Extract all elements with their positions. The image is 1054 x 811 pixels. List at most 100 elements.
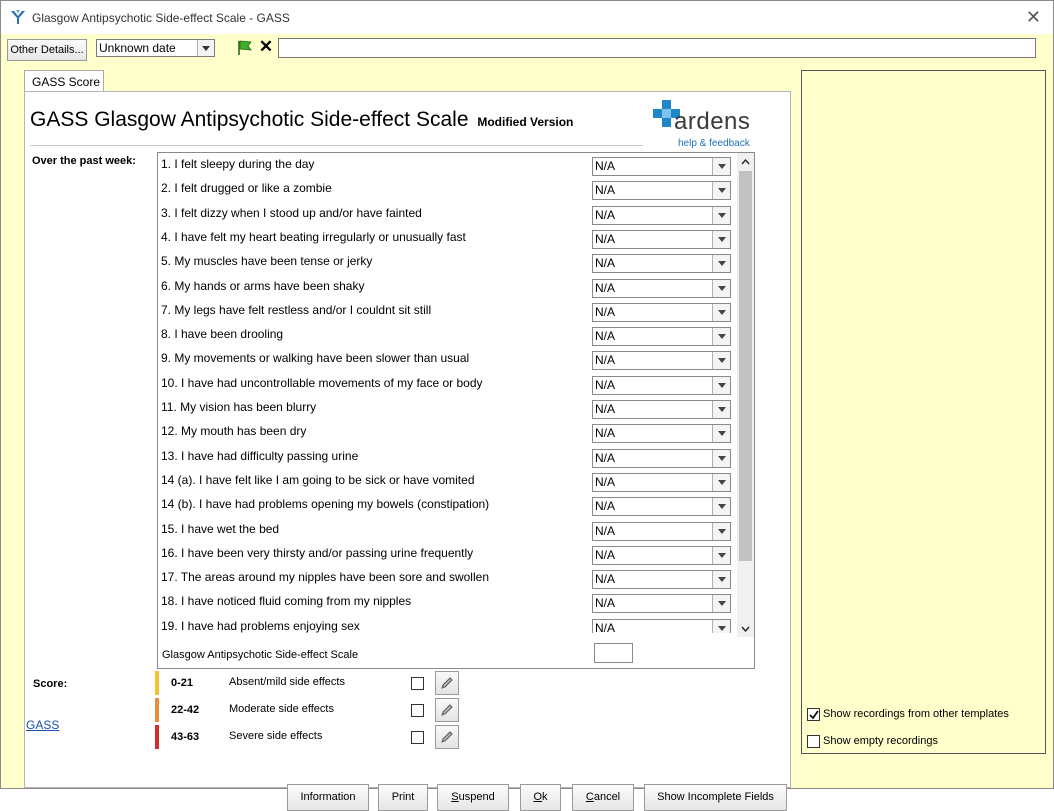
question-answer-select[interactable]: N/A [592,472,731,492]
question-text: 5. My muscles have been tense or jerky [161,254,373,269]
gass-window: Glasgow Antipsychotic Side-effect Scale … [0,0,1054,811]
chevron-down-icon[interactable] [712,498,730,516]
question-answer-select[interactable]: N/A [592,448,731,468]
question-row: 4. I have felt my heart beating irregula… [158,226,737,250]
question-answer-value: N/A [595,426,616,441]
question-answer-select[interactable]: N/A [592,375,731,395]
chevron-down-icon[interactable] [712,158,730,175]
chevron-down-icon[interactable] [712,376,730,394]
pencil-edit-button[interactable] [435,725,459,749]
question-answer-select[interactable]: N/A [592,327,731,347]
question-answer-select[interactable]: N/A [592,229,731,249]
clear-x-icon[interactable]: ✕ [257,38,275,56]
show-incomplete-button[interactable]: Show Incomplete Fields [644,784,787,811]
score-checkbox[interactable] [411,731,424,744]
form-subtitle: Modified Version [477,115,574,129]
question-row: 8. I have been drooling N/A [158,323,737,347]
question-answer-select[interactable]: N/A [592,545,731,565]
scale-total-field[interactable] [594,643,633,663]
question-answer-select[interactable]: N/A [592,400,731,419]
questions-scrollbar[interactable] [737,153,754,637]
form-title: GASS Glasgow Antipsychotic Side-effect S… [30,108,469,131]
form-panel: GASS Glasgow Antipsychotic Side-effect S… [24,91,791,811]
question-row: 7. My legs have felt restless and/or I c… [158,299,737,323]
ardens-logo[interactable]: ardens help & feedback [652,97,758,152]
chevron-down-icon[interactable] [712,182,730,200]
question-text: 16. I have been very thirsty and/or pass… [161,545,474,560]
question-answer-value: N/A [595,159,616,173]
ok-button[interactable]: Ok [520,784,561,811]
question-answer-select[interactable]: N/A [592,497,731,517]
pencil-edit-button[interactable] [435,671,459,695]
information-button[interactable]: Information [287,784,369,811]
scroll-up-icon[interactable] [737,153,754,170]
show-other-templates-checkbox[interactable] [807,708,820,721]
help-feedback-link[interactable]: help & feedback [678,138,750,149]
chevron-down-icon[interactable] [712,473,730,491]
question-answer-select[interactable]: N/A [592,181,731,201]
close-icon[interactable]: ✕ [1026,7,1041,27]
main-area: GASS Score GASS Glasgow Antipsychotic Si… [1,64,1053,811]
chevron-down-icon[interactable] [712,328,730,346]
scale-total-label: Glasgow Antipsychotic Side-effect Scale [162,649,359,661]
question-text: 7. My legs have felt restless and/or I c… [161,302,432,317]
question-answer-value: N/A [595,572,616,587]
chevron-down-icon[interactable] [712,401,730,418]
question-text: 2. I felt drugged or like a zombie [161,181,332,196]
scrollbar-thumb[interactable] [739,171,752,561]
suspend-button[interactable]: Suspend [437,784,509,811]
score-checkbox[interactable] [411,677,424,690]
chevron-down-icon[interactable] [712,303,730,321]
chevron-down-icon[interactable] [712,425,730,443]
chevron-down-icon[interactable] [712,449,730,467]
question-row: 15. I have wet the bed N/A [158,518,737,542]
chevron-down-icon[interactable] [712,279,730,297]
score-checkbox[interactable] [411,704,424,717]
chevron-down-icon[interactable] [712,255,730,273]
chevron-down-icon[interactable] [712,595,730,613]
pencil-edit-button[interactable] [435,698,459,722]
question-answer-select[interactable]: N/A [592,424,731,444]
other-details-button[interactable]: Other Details... [7,39,87,61]
chevron-down-icon[interactable] [712,206,730,224]
tab-gass-score[interactable]: GASS Score [24,70,104,92]
question-answer-select[interactable]: N/A [592,351,731,371]
question-answer-select[interactable]: N/A [592,254,731,274]
question-answer-value: N/A [595,329,616,344]
question-answer-select[interactable]: N/A [592,278,731,298]
question-answer-select[interactable]: N/A [592,594,731,614]
toolbar-text-input[interactable] [278,38,1036,58]
scroll-down-icon[interactable] [737,620,754,637]
question-row: 9. My movements or walking have been slo… [158,347,737,371]
show-empty-checkbox[interactable] [807,735,820,748]
recordings-side-panel: Show recordings from other templates Sho… [801,70,1046,754]
flag-icon[interactable] [236,39,254,57]
question-answer-select[interactable]: N/A [592,570,731,590]
chevron-down-icon[interactable] [712,571,730,589]
cancel-button[interactable]: Cancel [572,784,634,811]
chevron-down-icon[interactable] [197,40,214,56]
pencil-icon [441,704,453,716]
date-select[interactable]: Unknown date [96,39,215,57]
chevron-down-icon[interactable] [712,546,730,564]
question-text: 17. The areas around my nipples have bee… [161,570,489,585]
question-text: 8. I have been drooling [161,327,284,342]
question-answer-select[interactable]: N/A [592,205,731,225]
print-button[interactable]: Print [378,784,428,811]
question-answer-select[interactable]: N/A [592,521,731,541]
show-empty-label: Show empty recordings [823,735,938,747]
question-text: 13. I have had difficulty passing urine [161,448,359,463]
chevron-down-icon[interactable] [712,522,730,540]
suspend-label: uspend [458,791,495,803]
question-answer-select[interactable]: N/A [592,618,731,633]
chevron-down-icon[interactable] [712,619,730,633]
chevron-down-icon[interactable] [712,230,730,248]
gass-link[interactable]: GASS [26,718,59,732]
question-answer-value: N/A [595,256,616,271]
question-answer-select[interactable]: N/A [592,302,731,322]
question-answer-select[interactable]: N/A [592,157,731,176]
question-answer-value: N/A [595,231,616,246]
chevron-down-icon[interactable] [712,352,730,370]
question-answer-value: N/A [595,596,616,611]
question-row: 17. The areas around my nipples have bee… [158,566,737,590]
